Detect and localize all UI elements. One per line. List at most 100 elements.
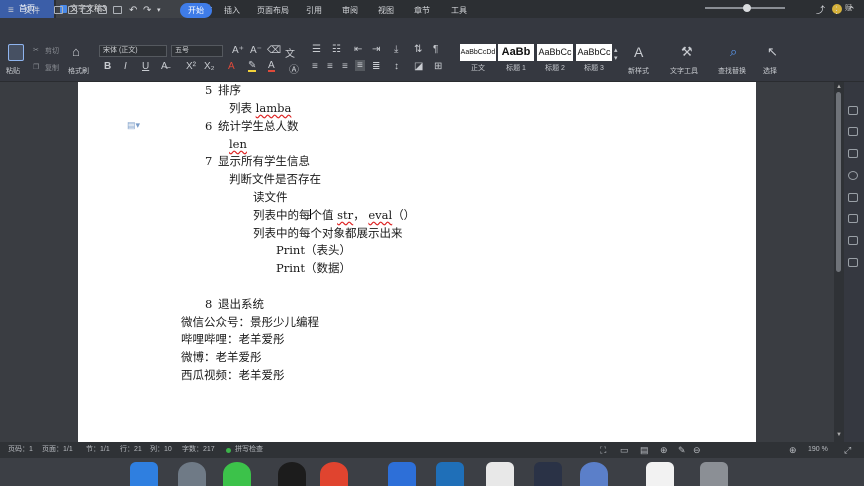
numbered-list-icon[interactable]: ☷	[332, 44, 341, 55]
qq-icon[interactable]	[278, 462, 306, 486]
shrink-font-icon[interactable]: A⁻	[250, 45, 262, 56]
doc-line[interactable]: 读文件	[253, 189, 288, 205]
menu-page-layout[interactable]: 页面布局	[257, 0, 289, 21]
doc-line[interactable]: 7 显示所有学生信息	[205, 153, 310, 169]
subscript-icon[interactable]: X₂	[204, 61, 215, 72]
zoom-level[interactable]: 190 %	[808, 442, 828, 458]
doc-line[interactable]: 微博：老羊爱彤	[181, 349, 262, 365]
zoom-in-icon[interactable]: ⊕	[789, 442, 797, 458]
pen-icon[interactable]	[848, 106, 858, 115]
quick-access-dropdown-icon[interactable]: ▾	[157, 0, 161, 21]
share-icon[interactable]: ⤴	[816, 0, 825, 21]
doc-line[interactable]: Print（数据）	[276, 260, 351, 276]
text-effect-icon[interactable]: A	[228, 61, 235, 72]
align-center-icon[interactable]: ≡	[327, 61, 333, 72]
status-pages[interactable]: 页面：1/1	[42, 442, 73, 458]
copy-button[interactable]: 复制	[45, 63, 59, 73]
doc-line[interactable]: 微信公众号：景彤少儿编程	[181, 314, 319, 330]
focus-mode-icon[interactable]: ⛶	[600, 442, 606, 458]
menu-insert[interactable]: 插入	[224, 0, 240, 21]
find-replace-button[interactable]: 查找替换	[718, 66, 746, 76]
status-row[interactable]: 行：21	[120, 442, 142, 458]
menu-view[interactable]: 视图	[378, 0, 394, 21]
doc-line[interactable]: 哔哩哔哩：老羊爱彤	[181, 331, 285, 347]
new-style-button[interactable]: 新样式	[628, 66, 649, 76]
format-painter-button[interactable]: 格式刷	[68, 66, 89, 76]
grow-font-icon[interactable]: A⁺	[232, 45, 244, 56]
spellcheck-button[interactable]: 拼写检查	[235, 442, 263, 458]
zoom-slider-knob[interactable]	[742, 4, 751, 12]
text-tools-button[interactable]: 文字工具	[670, 66, 698, 76]
decrease-indent-icon[interactable]: ⇤	[354, 44, 362, 55]
bold-button[interactable]: B	[104, 61, 111, 72]
styles-scroll-icon[interactable]: ▴ ▾	[614, 46, 618, 62]
align-right-icon[interactable]: ≡	[342, 61, 348, 72]
wps-icon[interactable]	[388, 462, 416, 486]
more-icon[interactable]: ⋮	[832, 0, 841, 21]
sliders-icon[interactable]	[848, 236, 858, 245]
style-preview-heading-1[interactable]: AaBb	[498, 44, 534, 61]
python-idle-icon[interactable]	[436, 462, 464, 486]
tab-document[interactable]: 文字文稿3	[56, 0, 200, 18]
text-tools-icon[interactable]: ⚒	[681, 44, 693, 60]
superscript-icon[interactable]: X²	[186, 61, 196, 72]
page-view-icon[interactable]: ▤	[640, 442, 649, 458]
strikethrough-icon[interactable]: A̶	[161, 61, 168, 72]
trash-icon[interactable]	[700, 462, 728, 486]
status-page-number[interactable]: 页码：1	[8, 442, 33, 458]
menu-tools[interactable]: 工具	[451, 0, 467, 21]
new-style-icon[interactable]: A	[634, 44, 643, 60]
read-mode-icon[interactable]: ▭	[620, 442, 629, 458]
select-button[interactable]: 选择	[763, 66, 777, 76]
style-preview-normal[interactable]: AaBbCcDd	[460, 44, 496, 61]
char-border-icon[interactable]: Ⓐ	[289, 61, 299, 76]
style-preview-heading-3[interactable]: AaBbCc	[576, 44, 612, 61]
zoom-out-icon[interactable]: ⊖	[693, 442, 701, 458]
doc-line[interactable]: Print（表头）	[276, 242, 351, 258]
style-heading-2[interactable]: 标题 2	[537, 63, 573, 73]
bucket-icon[interactable]	[848, 149, 858, 158]
doc-line[interactable]: 西瓜视频：老羊爱彤	[181, 367, 285, 383]
screen-recorder-icon[interactable]	[580, 462, 608, 486]
paragraph-marker-icon[interactable]: ▤▾	[127, 120, 140, 131]
save-icon[interactable]	[68, 6, 77, 14]
chinese-layout-icon[interactable]: ⤓	[394, 44, 398, 55]
style-preview-heading-2[interactable]: AaBbCc	[537, 44, 573, 61]
undo-icon[interactable]: ↶	[129, 0, 137, 21]
doc-line[interactable]: 判断文件是否存在	[229, 171, 321, 187]
style-normal[interactable]: 正文	[460, 63, 496, 73]
document-preview-icon[interactable]	[646, 462, 674, 486]
doc-line[interactable]: 列表 lamba	[229, 100, 291, 116]
toolbox-icon[interactable]	[848, 258, 858, 267]
print-icon[interactable]	[98, 6, 107, 14]
doc-line[interactable]: len	[229, 137, 247, 151]
bullet-list-icon[interactable]: ☰	[312, 44, 321, 55]
launchpad-icon[interactable]	[178, 462, 206, 486]
clear-format-icon[interactable]: ⌫	[267, 45, 281, 56]
print-preview-icon[interactable]	[113, 6, 122, 14]
font-color-icon[interactable]: A	[268, 61, 275, 72]
paste-icon[interactable]	[8, 44, 24, 61]
phonetic-icon[interactable]: 文	[285, 45, 295, 60]
document-page[interactable]	[78, 82, 756, 442]
pointer-icon[interactable]	[848, 193, 858, 202]
copy-icon[interactable]: ❐	[33, 63, 39, 71]
find-replace-icon[interactable]: ⌕	[730, 44, 737, 60]
hamburger-menu-icon[interactable]: ≡	[8, 0, 14, 21]
doc-line[interactable]: 列表中的每个值 str， eval（）	[253, 207, 415, 223]
increase-indent-icon[interactable]: ⇥	[372, 44, 380, 55]
status-column[interactable]: 列：10	[150, 442, 172, 458]
python-launcher-icon[interactable]	[486, 462, 514, 486]
justify-icon[interactable]: ≡	[355, 60, 365, 71]
borders-icon[interactable]: ⊞	[434, 61, 442, 72]
doc-line[interactable]: 6 统计学生总人数	[205, 118, 299, 134]
format-painter-icon[interactable]: ⌂	[72, 44, 80, 59]
doc-line[interactable]: 列表中的每个对象都展示出来	[253, 225, 403, 241]
chrome-icon[interactable]	[320, 462, 348, 486]
align-left-icon[interactable]: ≡	[312, 61, 318, 72]
highlight-icon[interactable]: ✎	[248, 61, 257, 72]
menu-review[interactable]: 审阅	[342, 0, 358, 21]
menu-file[interactable]: 文件	[24, 0, 40, 21]
show-marks-icon[interactable]: ¶	[433, 44, 438, 55]
select-cursor-icon[interactable]: ↖	[767, 44, 778, 60]
